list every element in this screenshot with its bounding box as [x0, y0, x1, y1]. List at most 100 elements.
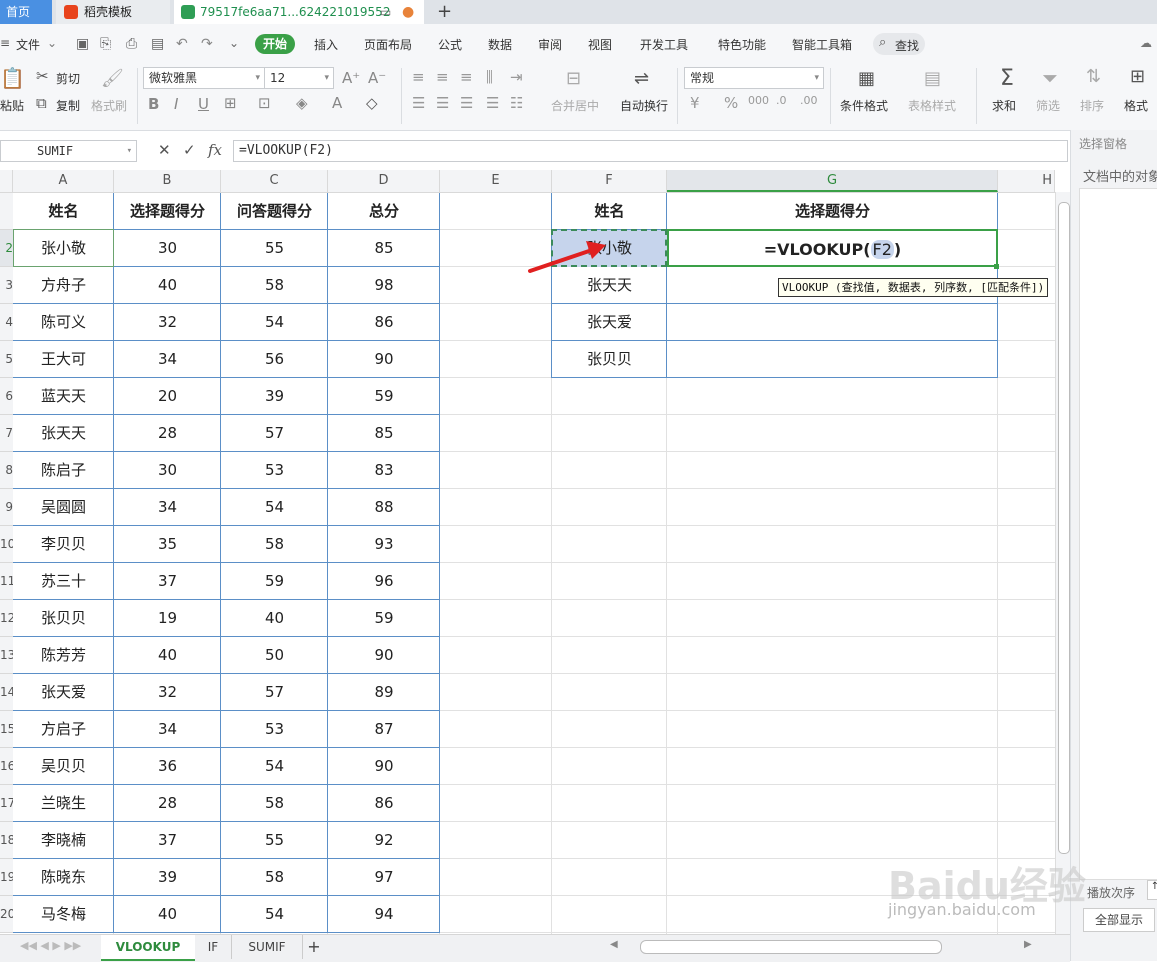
- menu-insert[interactable]: 插入: [314, 36, 338, 53]
- decrease-font-icon[interactable]: A⁻: [368, 69, 386, 87]
- sheet-tab-vlookup[interactable]: VLOOKUP: [101, 935, 195, 961]
- sort-icon[interactable]: ⇅: [1086, 66, 1101, 87]
- percent-icon[interactable]: %: [724, 94, 738, 112]
- font-name-select[interactable]: 微软雅黑 ▾: [143, 67, 265, 89]
- cell-g2-editing[interactable]: =VLOOKUP(F2): [667, 229, 998, 267]
- sort-button[interactable]: 排序: [1080, 97, 1104, 114]
- print-icon[interactable]: ⎙: [126, 36, 137, 52]
- column-header-a[interactable]: A: [13, 170, 114, 192]
- export-pdf-icon[interactable]: ⎘: [100, 36, 111, 52]
- scissors-icon[interactable]: ✂: [36, 67, 49, 85]
- menu-smart-toolbox[interactable]: 智能工具箱: [792, 36, 852, 53]
- cloud-icon[interactable]: ☁: [1140, 36, 1152, 50]
- tab-template[interactable]: 稻壳模板: [56, 0, 170, 24]
- column-header-c[interactable]: C: [221, 170, 328, 192]
- italic-icon[interactable]: I: [174, 95, 178, 113]
- vertical-scrollbar[interactable]: [1055, 192, 1071, 934]
- scroll-left-icon[interactable]: ◀: [610, 939, 618, 950]
- add-sheet-icon[interactable]: +: [304, 935, 324, 959]
- cancel-icon[interactable]: ✕: [158, 141, 171, 159]
- selection-pane-title[interactable]: 选择窗格: [1079, 135, 1127, 152]
- column-header-h[interactable]: H: [998, 170, 1055, 192]
- cell-f4[interactable]: 张天爱: [552, 304, 667, 341]
- fill-color-icon[interactable]: ◈: [296, 94, 308, 112]
- indent-icon[interactable]: ⇥: [510, 68, 523, 86]
- sheet-tab-sumif[interactable]: SUMIF: [232, 935, 303, 959]
- cut-button[interactable]: 剪切: [56, 70, 80, 87]
- horizontal-scroll-thumb[interactable]: [640, 940, 942, 954]
- confirm-icon[interactable]: ✓: [183, 141, 196, 159]
- menu-features[interactable]: 特色功能: [718, 36, 766, 53]
- menu-start[interactable]: 开始: [255, 34, 295, 54]
- wrap-text-icon[interactable]: ⇌: [634, 68, 649, 89]
- justify-icon[interactable]: ☰: [486, 94, 499, 112]
- merge-center-button[interactable]: 合并居中: [551, 97, 599, 114]
- border-icon[interactable]: ⊞: [224, 94, 237, 112]
- align-top-icon[interactable]: ≡: [412, 68, 425, 86]
- align-right-icon[interactable]: ☰: [460, 94, 473, 112]
- select-all-corner[interactable]: [0, 170, 13, 192]
- format-painter-button[interactable]: 格式刷: [91, 97, 127, 114]
- menu-data[interactable]: 数据: [488, 36, 512, 53]
- chevron-down-icon[interactable]: ⌄: [47, 36, 57, 50]
- font-color-icon[interactable]: A: [332, 94, 342, 112]
- table-style-icon[interactable]: ▤: [924, 68, 941, 89]
- format-button[interactable]: 格式: [1124, 97, 1148, 114]
- fill-handle[interactable]: [994, 264, 999, 269]
- align-bottom-icon[interactable]: ≡: [460, 68, 473, 86]
- column-header-g[interactable]: G: [667, 170, 998, 192]
- paste-icon[interactable]: 📋: [0, 66, 25, 90]
- underline-icon[interactable]: U: [198, 95, 209, 113]
- merge-center-icon[interactable]: ⊟: [566, 68, 581, 89]
- redo-icon[interactable]: ↷: [201, 36, 213, 52]
- thousands-icon[interactable]: 000: [748, 94, 769, 107]
- currency-icon[interactable]: ¥: [690, 94, 700, 112]
- sum-icon[interactable]: Σ: [1000, 66, 1014, 91]
- hamburger-icon[interactable]: ≡: [0, 36, 10, 50]
- menu-formula[interactable]: 公式: [438, 36, 462, 53]
- wrap-text-button[interactable]: 自动换行: [620, 97, 668, 114]
- conditional-format-button[interactable]: 条件格式: [840, 97, 888, 114]
- formula-input[interactable]: =VLOOKUP(F2): [233, 140, 1068, 162]
- menu-file[interactable]: 文件: [16, 36, 40, 53]
- sum-button[interactable]: 求和: [992, 97, 1016, 114]
- menu-view[interactable]: 视图: [588, 36, 612, 53]
- clear-icon[interactable]: ◇: [366, 94, 378, 112]
- sheet-tab-if[interactable]: IF: [195, 935, 232, 959]
- conditional-format-icon[interactable]: ▦: [858, 68, 875, 89]
- show-all-button[interactable]: 全部显示: [1083, 908, 1155, 932]
- column-header-e[interactable]: E: [440, 170, 552, 192]
- menu-review[interactable]: 审阅: [538, 36, 562, 53]
- distributed-icon[interactable]: ☷: [510, 94, 523, 112]
- column-header-b[interactable]: B: [114, 170, 221, 192]
- table-style-button[interactable]: 表格样式: [908, 97, 956, 114]
- increase-decimal-icon[interactable]: .0: [776, 94, 787, 107]
- cell-f5[interactable]: 张贝贝: [552, 341, 667, 378]
- more-chevron-icon[interactable]: ⌄: [229, 36, 239, 50]
- format-painter-icon[interactable]: 🖌: [101, 68, 124, 89]
- tab-home[interactable]: 首页: [0, 0, 52, 24]
- move-up-icon[interactable]: ↑: [1147, 880, 1157, 900]
- font-size-select[interactable]: 12 ▾: [264, 67, 334, 89]
- align-middle-icon[interactable]: ≡: [436, 68, 449, 86]
- print-preview-icon[interactable]: ▤: [151, 36, 164, 52]
- paste-button[interactable]: 粘贴: [0, 97, 24, 114]
- fx-icon[interactable]: fx: [208, 141, 222, 159]
- bold-icon[interactable]: B: [148, 95, 159, 113]
- decrease-decimal-icon[interactable]: .00: [800, 94, 818, 107]
- align-center-icon[interactable]: ☰: [436, 94, 449, 112]
- copy-icon[interactable]: ⧉: [36, 94, 47, 112]
- number-format-select[interactable]: 常规 ▾: [684, 67, 824, 89]
- scroll-right-icon[interactable]: ▶: [1024, 939, 1032, 950]
- menu-developer[interactable]: 开发工具: [640, 36, 688, 53]
- filter-icon[interactable]: ⏷: [1042, 66, 1058, 90]
- tab-spreadsheet[interactable]: 79517fe6aa71...624221019552 ▭ ●: [174, 0, 424, 24]
- copy-button[interactable]: 复制: [56, 97, 80, 114]
- undo-icon[interactable]: ↶: [176, 36, 188, 52]
- align-left-icon[interactable]: ☰: [412, 94, 425, 112]
- cell-g1[interactable]: 选择题得分: [667, 193, 998, 230]
- objects-list[interactable]: [1079, 188, 1157, 880]
- text-direction-icon[interactable]: ⫼: [486, 68, 493, 86]
- format-icon[interactable]: ⊞: [1130, 66, 1145, 87]
- menu-page-layout[interactable]: 页面布局: [364, 36, 412, 53]
